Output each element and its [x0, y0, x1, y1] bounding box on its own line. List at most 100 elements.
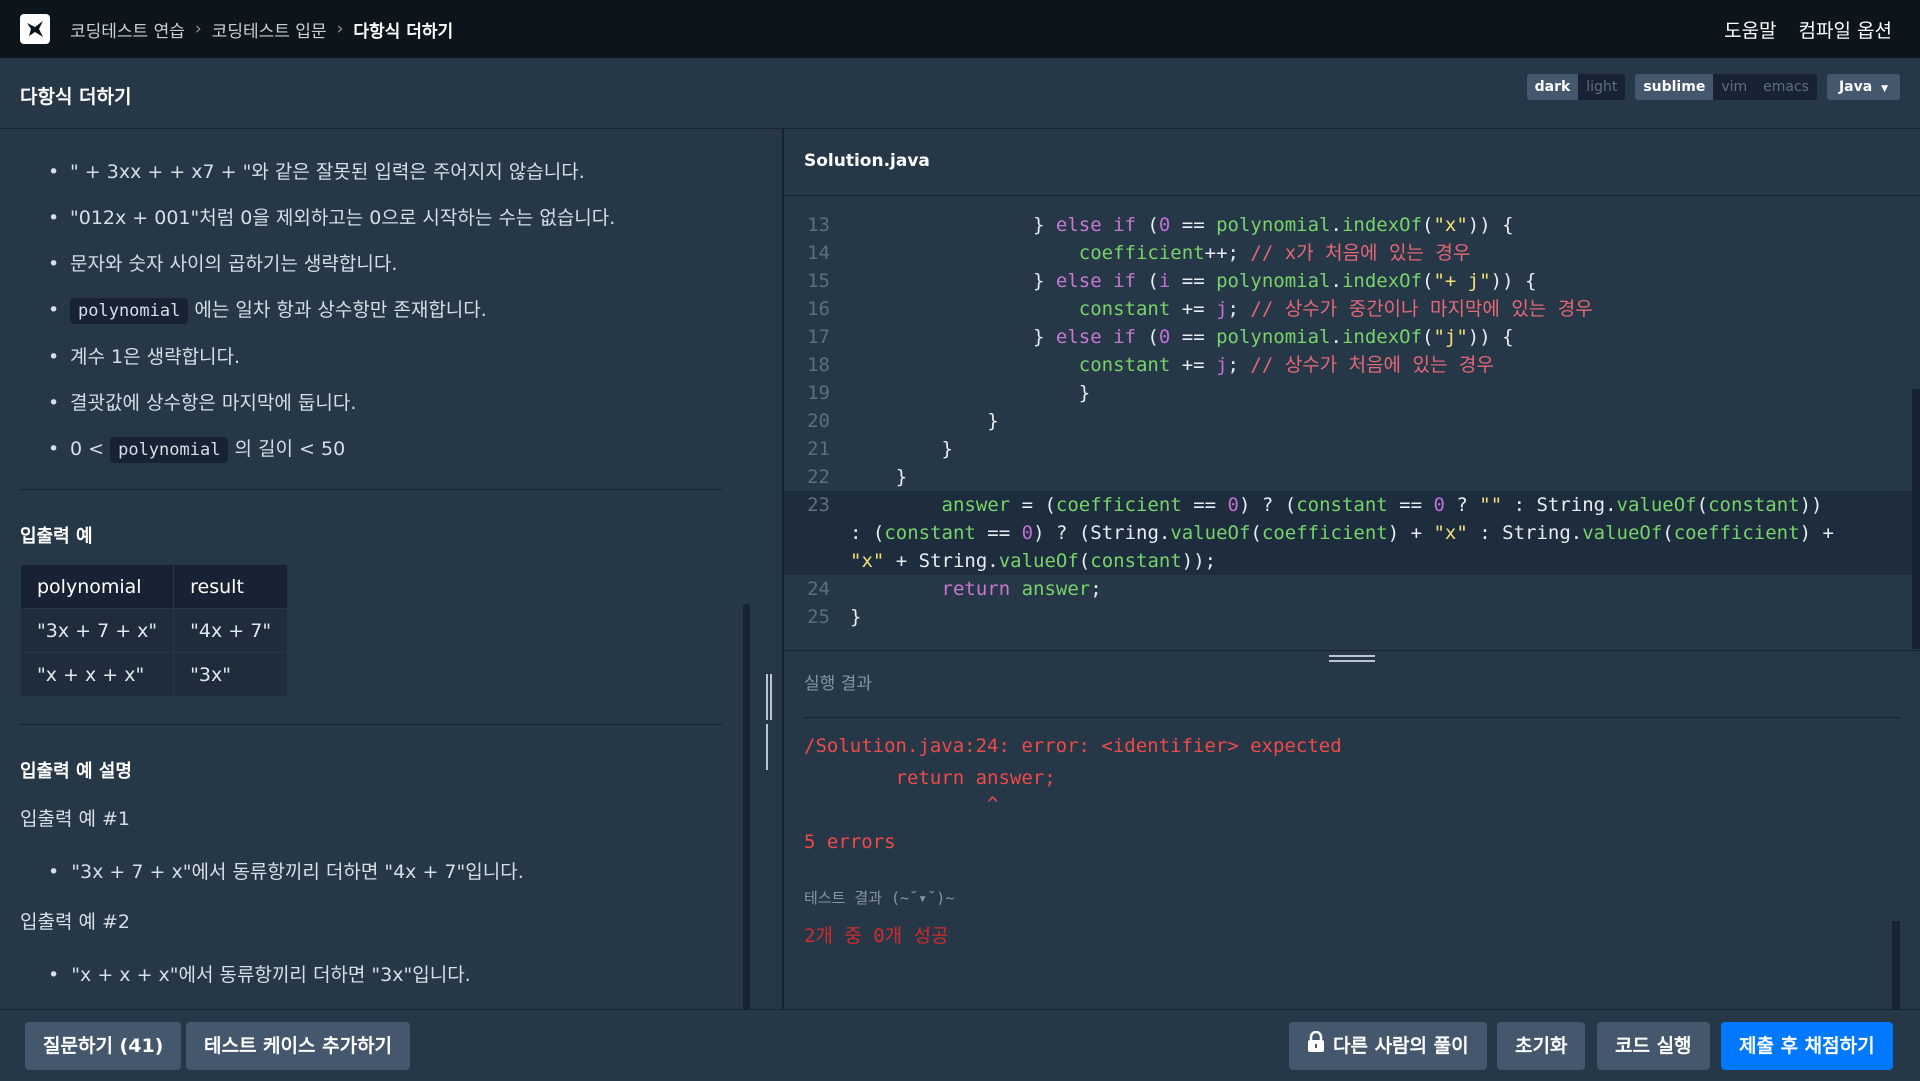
reset-button[interactable]: 초기화 [1497, 1022, 1586, 1070]
line-number: 18 [807, 354, 830, 376]
language-select[interactable]: Java ▼ [1826, 74, 1900, 100]
code-line-wrap: "x" + String.valueOf(constant)); [784, 547, 1920, 575]
rule-text: 계수 1은 생략합니다. [70, 346, 241, 368]
table-cell: "3x" [173, 652, 289, 697]
code-line-active: 23 answer = (coefficient == 0) ? (consta… [784, 491, 1920, 519]
example1-text: "3x + 7 + x"에서 동류항끼리 더하면 "4x + 7"입니다. [71, 861, 524, 883]
code-line: 18 constant += j; // 상수가 처음에 있는 경우 [784, 351, 1920, 379]
bottom-action-bar: 질문하기 (41) 테스트 케이스 추가하기 다른 사람의 풀이 초기화 코드 … [0, 1009, 1920, 1081]
code-line: 22 } [784, 463, 1920, 491]
line-number: 19 [807, 382, 830, 404]
inline-code: polynomial [110, 437, 229, 463]
others-solution-button[interactable]: 다른 사람의 풀이 [1289, 1022, 1487, 1070]
error-message: /Solution.java:24: error: <identifier> e… [804, 735, 1342, 757]
rule-text: 에는 일차 항과 상수항만 존재합니다. [194, 299, 487, 321]
code-line: 25} [784, 603, 1920, 631]
result-resize-handle[interactable] [1329, 655, 1375, 665]
run-code-button[interactable]: 코드 실행 [1597, 1022, 1710, 1070]
code-line: 15 } else if (i == polynomial.indexOf("+… [784, 267, 1920, 295]
problem-description-panel[interactable]: " + 3xx + + x7 + "와 같은 잘못된 입력은 주어지지 않습니다… [0, 129, 782, 1009]
line-number: 25 [807, 606, 830, 628]
line-number: 20 [807, 410, 830, 432]
keymap-sublime-button[interactable]: sublime [1635, 74, 1714, 100]
programmers-logo-icon[interactable] [20, 14, 50, 44]
rule-text: "012x + 001"처럼 0을 제외하고는 0으로 시작하는 수는 없습니다… [70, 207, 616, 229]
io-example-table: polynomial result "3x + 7 + x" "4x + 7" … [19, 564, 289, 697]
error-source-line: return answer; [804, 767, 1056, 789]
page-title: 다항식 더하기 [20, 86, 132, 108]
compile-options-link[interactable]: 컴파일 옵션 [1799, 16, 1892, 43]
table-cell: "3x + 7 + x" [19, 608, 175, 653]
list-item: • "x + x + x"에서 동류항끼리 더하면 "3x"입니다. [48, 964, 471, 986]
code-line-wrap: : (constant == 0) ? (String.valueOf(coef… [784, 519, 1920, 547]
breadcrumb-item-intro[interactable]: 코딩테스트 입문 [212, 17, 327, 42]
code-line: 16 constant += j; // 상수가 중간이나 마지막에 있는 경우 [784, 295, 1920, 323]
table-cell: "4x + 7" [173, 608, 289, 653]
top-navbar: 코딩테스트 연습 › 코딩테스트 입문 › 다항식 더하기 도움말 컴파일 옵션 [0, 0, 1920, 58]
breadcrumb-item-practice[interactable]: 코딩테스트 연습 [70, 17, 185, 42]
line-number: 22 [807, 466, 830, 488]
list-item: • "3x + 7 + x"에서 동류항끼리 더하면 "4x + 7"입니다. [48, 861, 524, 883]
editor-scrollbar[interactable] [1912, 389, 1920, 649]
line-number: 23 [807, 494, 830, 516]
keymap-emacs-button[interactable]: emacs [1755, 74, 1817, 100]
keymap-vim-button[interactable]: vim [1713, 74, 1756, 100]
line-number: 16 [807, 298, 830, 320]
table-header-cell: polynomial [19, 564, 175, 609]
table-row: "3x + 7 + x" "4x + 7" [19, 608, 289, 653]
line-number: 14 [807, 242, 830, 264]
run-result-panel: 실행 결과 /Solution.java:24: error: <identif… [784, 650, 1920, 1011]
table-header-row: polynomial result [19, 564, 289, 609]
line-number: 15 [807, 270, 830, 292]
table-row: "x + x + x" "3x" [19, 652, 289, 697]
file-tab: Solution.java [784, 129, 1920, 196]
line-number: 17 [807, 326, 830, 348]
table-header-cell: result [173, 564, 289, 609]
error-count: 5 errors [804, 831, 896, 853]
line-number [784, 519, 850, 547]
breadcrumb: 코딩테스트 연습 › 코딩테스트 입문 › 다항식 더하기 [70, 17, 453, 42]
example2-title: 입출력 예 #2 [20, 911, 131, 933]
list-item: 문자와 숫자 사이의 곱하기는 생략합니다. [48, 241, 615, 287]
caret-down-icon: ▼ [1881, 84, 1888, 94]
result-scrollbar[interactable] [1892, 921, 1900, 1011]
help-link[interactable]: 도움말 [1724, 16, 1776, 43]
list-item: 계수 1은 생략합니다. [48, 334, 615, 380]
theme-light-button[interactable]: light [1578, 74, 1626, 100]
divider [20, 724, 722, 725]
others-solution-label: 다른 사람의 풀이 [1333, 1035, 1469, 1057]
chevron-right-icon: › [194, 19, 202, 39]
constraints-list: " + 3xx + + x7 + "와 같은 잘못된 입력은 주어지지 않습니다… [48, 149, 615, 473]
line-number: 21 [807, 438, 830, 460]
result-heading: 실행 결과 [804, 674, 872, 694]
language-label: Java [1838, 79, 1873, 95]
left-scrollbar[interactable] [743, 604, 750, 1009]
lock-icon [1307, 1023, 1325, 1071]
ask-question-button[interactable]: 질문하기 (41) [25, 1022, 182, 1070]
divider [20, 489, 722, 490]
problem-titlebar: 다항식 더하기 dark light sublime vim emacs Jav… [0, 58, 1920, 129]
code-line: 13 } else if (0 == polynomial.indexOf("x… [784, 211, 1920, 239]
code-editor-panel: Solution.java 13 } else if (0 == polynom… [784, 129, 1920, 649]
breadcrumb-item-current: 다항식 더하기 [353, 21, 454, 42]
theme-dark-button[interactable]: dark [1526, 74, 1579, 100]
rule-text: " + 3xx + + x7 + "와 같은 잘못된 입력은 주어지지 않습니다… [70, 161, 585, 183]
pane-resize-handle[interactable] [766, 674, 776, 770]
add-testcase-button[interactable]: 테스트 케이스 추가하기 [186, 1022, 411, 1070]
code-line: 17 } else if (0 == polynomial.indexOf("j… [784, 323, 1920, 351]
line-number: 13 [807, 214, 830, 236]
submit-button[interactable]: 제출 후 채점하기 [1721, 1022, 1893, 1070]
list-item: 0 < polynomial 의 길이 < 50 [48, 426, 615, 473]
list-item: polynomial 에는 일차 항과 상수항만 존재합니다. [48, 287, 615, 334]
example1-title: 입출력 예 #1 [20, 808, 131, 830]
table-cell: "x + x + x" [19, 652, 175, 697]
code-editor[interactable]: 13 } else if (0 == polynomial.indexOf("x… [784, 211, 1920, 631]
code-line: 20 } [784, 407, 1920, 435]
rule-text: 의 길이 < 50 [234, 438, 346, 460]
code-line: 24 return answer; [784, 575, 1920, 603]
list-item: "012x + 001"처럼 0을 제외하고는 0으로 시작하는 수는 없습니다… [48, 195, 615, 241]
code-line: 21 } [784, 435, 1920, 463]
rule-text: 0 < [70, 438, 111, 460]
line-number: 24 [807, 578, 830, 600]
chevron-right-icon: › [336, 19, 344, 39]
